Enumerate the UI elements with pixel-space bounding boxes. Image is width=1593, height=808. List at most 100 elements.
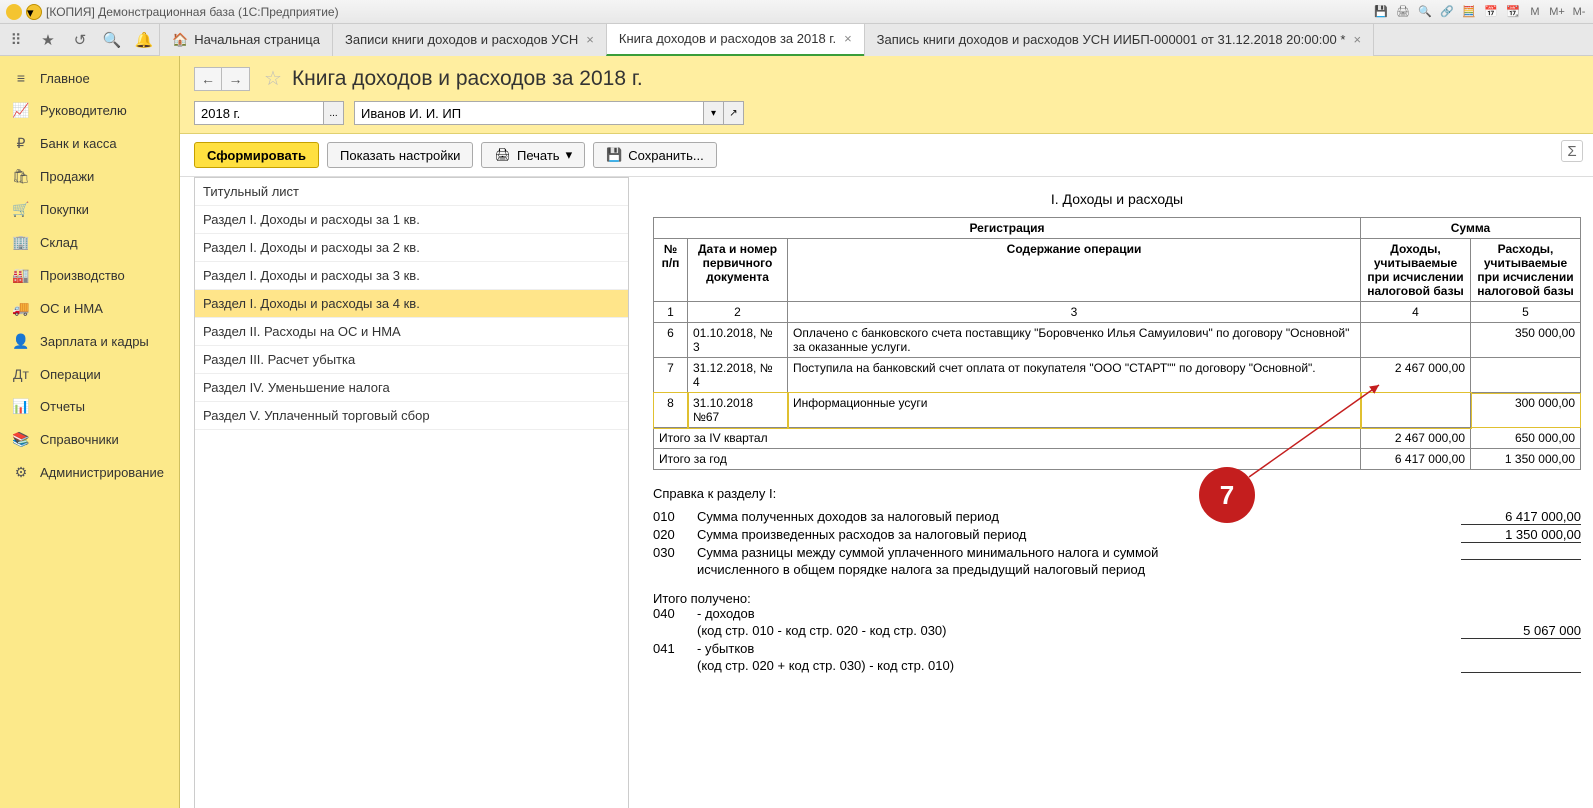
sidebar-label: Зарплата и кадры bbox=[40, 334, 149, 349]
section-item[interactable]: Раздел I. Доходы и расходы за 3 кв. bbox=[195, 262, 628, 290]
period-input[interactable] bbox=[194, 101, 324, 125]
sidebar-label: Руководителю bbox=[40, 103, 127, 118]
form-button[interactable]: Сформировать bbox=[194, 142, 319, 168]
sidebar-icon: 👤 bbox=[12, 333, 30, 350]
save-button[interactable]: 💾Сохранить... bbox=[593, 142, 717, 168]
sidebar-icon: 🚚 bbox=[12, 300, 30, 317]
section-item[interactable]: Раздел I. Доходы и расходы за 2 кв. bbox=[195, 234, 628, 262]
spravka-row: 020Сумма произведенных расходов за налог… bbox=[653, 527, 1581, 543]
nav-sidebar: ≡ Главное 📈 Руководителю ₽ Банк и касса 🛍Прода… bbox=[0, 56, 180, 808]
page-title: Книга доходов и расходов за 2018 г. bbox=[292, 67, 643, 91]
spravka-row: 040- доходов bbox=[653, 606, 1581, 621]
sidebar-item[interactable]: ₽ Банк и касса bbox=[0, 127, 179, 160]
close-icon[interactable]: × bbox=[1353, 32, 1361, 47]
tab[interactable]: 🏠Начальная страница bbox=[159, 24, 333, 56]
open-tabs: 🏠Начальная страницаЗаписи книги доходов … bbox=[160, 24, 1374, 56]
sidebar-icon: 📈 bbox=[12, 102, 30, 119]
favorite-icon[interactable]: ★ bbox=[32, 24, 64, 56]
org-open-button[interactable]: ↗ bbox=[724, 101, 744, 125]
sidebar-label: Отчеты bbox=[40, 399, 85, 414]
sidebar-label: Банк и касса bbox=[40, 136, 117, 151]
sidebar-icon: ₽ bbox=[12, 135, 30, 152]
link-icon[interactable]: 🔗 bbox=[1439, 4, 1455, 20]
tab[interactable]: Книга доходов и расходов за 2018 г.× bbox=[606, 24, 865, 56]
section-item[interactable]: Раздел III. Расчет убытка bbox=[195, 346, 628, 374]
period-more-button[interactable]: ... bbox=[324, 101, 344, 125]
sidebar-icon: ≡ bbox=[12, 70, 30, 86]
settings-button[interactable]: Показать настройки bbox=[327, 142, 473, 168]
sigma-button[interactable]: Σ bbox=[1561, 140, 1583, 162]
spravka-row: 030Сумма разницы между суммой уплаченног… bbox=[653, 545, 1581, 560]
search-toolbar-icon[interactable]: 🔍 bbox=[96, 24, 128, 56]
tab[interactable]: Запись книги доходов и расходов УСН ИИБП… bbox=[864, 24, 1374, 56]
org-input[interactable] bbox=[354, 101, 704, 125]
total-row: Итого за IV квартал2 467 000,00650 000,0… bbox=[654, 428, 1581, 449]
spravka-title: Справка к разделу I: bbox=[653, 486, 1581, 501]
calendar1-icon[interactable]: 📅 bbox=[1483, 4, 1499, 20]
app-icon-1c bbox=[6, 4, 22, 20]
section-item[interactable]: Раздел II. Расходы на ОС и НМА bbox=[195, 318, 628, 346]
window-titlebar: ▾ [КОПИЯ] Демонстрационная база (1С:Пред… bbox=[0, 0, 1593, 24]
bell-icon[interactable]: 🔔 bbox=[128, 24, 160, 56]
section-item[interactable]: Титульный лист bbox=[195, 178, 628, 206]
sidebar-icon: 🛍 bbox=[12, 168, 30, 185]
sidebar-label: Главное bbox=[40, 71, 90, 86]
spravka-row: 010Сумма полученных доходов за налоговый… bbox=[653, 509, 1581, 525]
calc-icon[interactable]: 🧮 bbox=[1461, 4, 1477, 20]
sidebar-icon: ⚙ bbox=[12, 464, 30, 481]
nav-forward-button[interactable]: → bbox=[222, 67, 250, 91]
table-row[interactable]: 731.12.2018, № 4Поступила на банковский … bbox=[654, 358, 1581, 393]
section-item[interactable]: Раздел I. Доходы и расходы за 4 кв. bbox=[195, 290, 628, 318]
sidebar-item[interactable]: ⚙ Администрирование bbox=[0, 456, 179, 489]
nav-back-button[interactable]: ← bbox=[194, 67, 222, 91]
dropdown-icon[interactable]: ▾ bbox=[26, 4, 42, 20]
printer-icon: 🖨 bbox=[494, 147, 511, 163]
sidebar-item[interactable]: 🏭Производство bbox=[0, 259, 179, 292]
close-icon[interactable]: × bbox=[586, 32, 594, 47]
save-icon[interactable]: 💾 bbox=[1373, 4, 1389, 20]
period-field: ... bbox=[194, 101, 344, 125]
sidebar-item[interactable]: 🛒Покупки bbox=[0, 193, 179, 226]
m-minus-icon[interactable]: M- bbox=[1571, 4, 1587, 20]
sidebar-label: Администрирование bbox=[40, 465, 164, 480]
print-icon[interactable]: 🖨 bbox=[1395, 4, 1411, 20]
table-row[interactable]: 831.10.2018 №67Информационные усуги300 0… bbox=[654, 393, 1581, 428]
m-icon[interactable]: M bbox=[1527, 4, 1543, 20]
sidebar-item[interactable]: 👤 Зарплата и кадры bbox=[0, 325, 179, 358]
history-icon[interactable]: ↺ bbox=[64, 24, 96, 56]
sidebar-icon: 🏢 bbox=[12, 234, 30, 251]
sidebar-icon: 📊 bbox=[12, 398, 30, 415]
star-icon[interactable]: ☆ bbox=[264, 66, 282, 91]
m-plus-icon[interactable]: M+ bbox=[1549, 4, 1565, 20]
org-dropdown-button[interactable]: ▾ bbox=[704, 101, 724, 125]
sidebar-icon: 🏭 bbox=[12, 267, 30, 284]
table-row[interactable]: 601.10.2018, № 3Оплачено с банковского с… bbox=[654, 323, 1581, 358]
sidebar-item[interactable]: 🏢 Склад bbox=[0, 226, 179, 259]
sidebar-label: Склад bbox=[40, 235, 78, 250]
section-item[interactable]: Раздел V. Уплаченный торговый сбор bbox=[195, 402, 628, 430]
sidebar-item[interactable]: ДтОперации bbox=[0, 358, 179, 390]
tab[interactable]: Записи книги доходов и расходов УСН× bbox=[332, 24, 607, 56]
main-panel: ← → ☆ Книга доходов и расходов за 2018 г… bbox=[180, 56, 1593, 808]
sidebar-item[interactable]: 📊 Отчеты bbox=[0, 390, 179, 423]
sidebar-item[interactable]: 📚Справочники bbox=[0, 423, 179, 456]
apps-icon[interactable]: ⠿ bbox=[0, 24, 32, 56]
sidebar-item[interactable]: ≡ Главное bbox=[0, 62, 179, 94]
sidebar-item[interactable]: 🚚ОС и НМА bbox=[0, 292, 179, 325]
total-row: Итого за год6 417 000,001 350 000,00 bbox=[654, 449, 1581, 470]
report-view: I. Доходы и расходы РегистрацияСумма № п… bbox=[629, 177, 1593, 808]
window-title: [КОПИЯ] Демонстрационная база (1С:Предпр… bbox=[46, 5, 339, 19]
sidebar-label: Справочники bbox=[40, 432, 119, 447]
sidebar-label: Операции bbox=[40, 367, 101, 382]
print-button[interactable]: 🖨Печать ▾ bbox=[481, 142, 585, 168]
main-toolbar: ⠿ ★ ↺ 🔍 🔔 🏠Начальная страницаЗаписи книг… bbox=[0, 24, 1593, 56]
section-list: Титульный листРаздел I. Доходы и расходы… bbox=[194, 177, 629, 808]
close-icon[interactable]: × bbox=[844, 31, 852, 46]
section-item[interactable]: Раздел I. Доходы и расходы за 1 кв. bbox=[195, 206, 628, 234]
search-icon[interactable]: 🔍 bbox=[1417, 4, 1433, 20]
sidebar-item[interactable]: 📈 Руководителю bbox=[0, 94, 179, 127]
calendar2-icon[interactable]: 📆 bbox=[1505, 4, 1521, 20]
sidebar-item[interactable]: 🛍Продажи bbox=[0, 160, 179, 193]
spravka-row: исчисленного в общем порядке налога за п… bbox=[653, 562, 1581, 577]
section-item[interactable]: Раздел IV. Уменьшение налога bbox=[195, 374, 628, 402]
